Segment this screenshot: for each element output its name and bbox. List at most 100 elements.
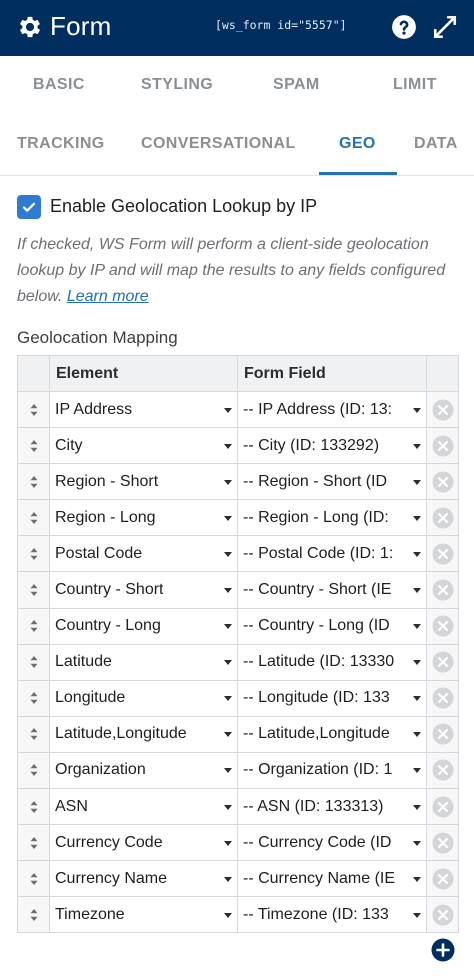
tab-basic[interactable]: BASIC bbox=[33, 76, 85, 94]
sort-cell bbox=[18, 752, 50, 789]
gear-icon[interactable] bbox=[16, 13, 44, 41]
element-select[interactable]: Country - Short bbox=[50, 572, 237, 607]
sort-handle-icon[interactable] bbox=[29, 475, 39, 489]
enable-geolocation-checkbox[interactable] bbox=[17, 195, 41, 219]
chevron-down-icon bbox=[224, 588, 232, 594]
delete-cell bbox=[427, 500, 458, 536]
form-field-select[interactable]: -- City (ID: 133292) bbox=[238, 428, 426, 463]
form-field-select[interactable]: -- Currency Name (IE bbox=[238, 861, 426, 896]
tab-limit[interactable]: LIMIT bbox=[393, 76, 437, 94]
delete-cell bbox=[427, 825, 458, 861]
expand-icon[interactable] bbox=[432, 14, 458, 40]
delete-row-icon[interactable] bbox=[432, 868, 454, 890]
form-field-select[interactable]: -- Region - Short (ID bbox=[238, 464, 426, 499]
add-row-icon[interactable] bbox=[431, 938, 455, 962]
element-select[interactable]: ASN bbox=[50, 789, 237, 824]
form-field-select[interactable]: -- ASN (ID: 133313) bbox=[238, 789, 426, 824]
delete-row-icon[interactable] bbox=[432, 471, 454, 493]
element-select[interactable]: Region - Short bbox=[50, 464, 237, 499]
form-field-select[interactable]: -- Country - Long (ID bbox=[238, 609, 426, 644]
delete-row-icon[interactable] bbox=[432, 832, 454, 854]
form-field-select-value: -- Region - Short (ID bbox=[243, 472, 388, 490]
sort-handle-icon[interactable] bbox=[29, 908, 39, 922]
sort-handle-icon[interactable] bbox=[29, 727, 39, 741]
element-cell: Organization bbox=[50, 752, 238, 789]
form-field-select[interactable]: -- Latitude,Longitude bbox=[238, 717, 426, 752]
sort-handle-icon[interactable] bbox=[29, 547, 39, 561]
delete-row-icon[interactable] bbox=[432, 579, 454, 601]
element-select[interactable]: Latitude,Longitude bbox=[50, 717, 237, 752]
enable-geolocation-label[interactable]: Enable Geolocation Lookup by IP bbox=[50, 196, 317, 217]
delete-row-icon[interactable] bbox=[432, 759, 454, 781]
delete-row-icon[interactable] bbox=[432, 543, 454, 565]
form-field-select[interactable]: -- Currency Code (ID bbox=[238, 825, 426, 860]
sort-handle-icon[interactable] bbox=[29, 439, 39, 453]
sort-handle-icon[interactable] bbox=[29, 800, 39, 814]
form-field-select[interactable]: -- Organization (ID: 1 bbox=[238, 753, 426, 788]
sort-handle-icon[interactable] bbox=[29, 836, 39, 850]
delete-row-icon[interactable] bbox=[432, 723, 454, 745]
delete-row-icon[interactable] bbox=[432, 435, 454, 457]
element-select[interactable]: Region - Long bbox=[50, 500, 237, 535]
element-select[interactable]: Latitude bbox=[50, 645, 237, 680]
element-select[interactable]: City bbox=[50, 428, 237, 463]
sort-cell bbox=[18, 716, 50, 752]
element-cell: Region - Short bbox=[50, 464, 238, 500]
tab-tracking[interactable]: TRACKING bbox=[17, 135, 105, 153]
element-cell: City bbox=[50, 428, 238, 464]
help-icon[interactable] bbox=[391, 14, 417, 40]
form-field-select[interactable]: -- Timezone (ID: 133 bbox=[238, 897, 426, 932]
element-select[interactable]: Country - Long bbox=[50, 609, 237, 644]
delete-cell bbox=[427, 789, 458, 825]
element-select[interactable]: Postal Code bbox=[50, 536, 237, 571]
delete-cell bbox=[427, 680, 458, 716]
delete-row-icon[interactable] bbox=[432, 796, 454, 818]
form-field-select-value: -- Latitude (ID: 13330 bbox=[243, 653, 395, 671]
element-select[interactable]: Currency Name bbox=[50, 861, 237, 896]
sort-handle-icon[interactable] bbox=[29, 583, 39, 597]
tab-styling[interactable]: STYLING bbox=[141, 76, 213, 94]
element-select[interactable]: Timezone bbox=[50, 897, 237, 932]
delete-row-icon[interactable] bbox=[432, 651, 454, 673]
element-select[interactable]: Currency Code bbox=[50, 825, 237, 860]
delete-row-icon[interactable] bbox=[432, 615, 454, 637]
tabs-divider bbox=[0, 175, 474, 176]
sort-handle-icon[interactable] bbox=[29, 691, 39, 705]
delete-row-icon[interactable] bbox=[432, 687, 454, 709]
sort-handle-icon[interactable] bbox=[29, 619, 39, 633]
element-select[interactable]: IP Address bbox=[50, 392, 237, 427]
form-field-select-value: -- Region - Long (ID: bbox=[243, 508, 389, 526]
form-field-select[interactable]: -- Longitude (ID: 133 bbox=[238, 681, 426, 716]
geolocation-mapping-title: Geolocation Mapping bbox=[17, 328, 178, 347]
tab-data[interactable]: DATA bbox=[414, 135, 458, 153]
tab-geo[interactable]: GEO bbox=[339, 135, 376, 153]
form-field-select[interactable]: -- Country - Short (IE bbox=[238, 572, 426, 607]
form-field-select[interactable]: -- Region - Long (ID: bbox=[238, 500, 426, 535]
chevron-down-icon bbox=[224, 515, 232, 521]
delete-row-icon[interactable] bbox=[432, 904, 454, 926]
sort-cell bbox=[18, 608, 50, 644]
sort-handle-icon[interactable] bbox=[29, 403, 39, 417]
element-select[interactable]: Organization bbox=[50, 753, 237, 788]
tab-conversational[interactable]: CONVERSATIONAL bbox=[141, 135, 296, 153]
element-cell: Latitude bbox=[50, 644, 238, 680]
learn-more-link[interactable]: Learn more bbox=[67, 288, 149, 305]
tab-spam[interactable]: SPAM bbox=[273, 76, 320, 94]
form-field-select[interactable]: -- Latitude (ID: 13330 bbox=[238, 645, 426, 680]
table-row: Currency Code -- Currency Code (ID bbox=[18, 825, 458, 862]
shortcode-text[interactable]: [ws_form id="5557"] bbox=[215, 18, 347, 32]
sort-handle-icon[interactable] bbox=[29, 655, 39, 669]
element-select-value: Region - Short bbox=[55, 472, 159, 490]
chevron-down-icon bbox=[224, 479, 232, 485]
sort-handle-icon[interactable] bbox=[29, 511, 39, 525]
form-field-cell: -- Currency Name (IE bbox=[238, 861, 427, 897]
form-field-select[interactable]: -- IP Address (ID: 13: bbox=[238, 392, 426, 427]
sort-handle-icon[interactable] bbox=[29, 872, 39, 886]
sort-handle-icon[interactable] bbox=[29, 763, 39, 777]
element-select[interactable]: Longitude bbox=[50, 681, 237, 716]
table-header: Element Form Field bbox=[18, 356, 458, 392]
form-field-select[interactable]: -- Postal Code (ID: 1: bbox=[238, 536, 426, 571]
delete-row-icon[interactable] bbox=[432, 507, 454, 529]
delete-cell bbox=[427, 464, 458, 500]
delete-row-icon[interactable] bbox=[432, 399, 454, 421]
